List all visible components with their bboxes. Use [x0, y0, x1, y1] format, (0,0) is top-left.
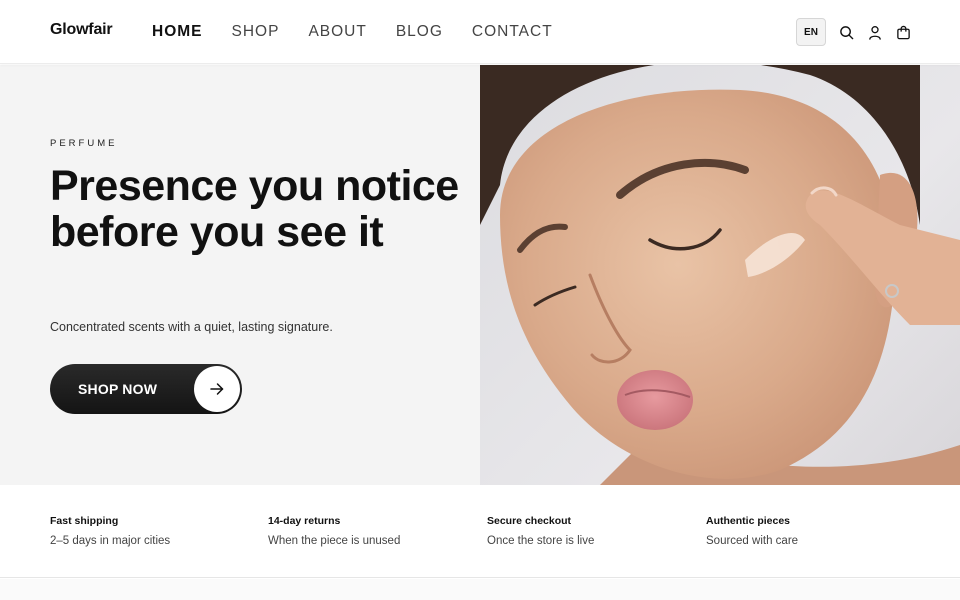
feature-text: Sourced with care [706, 535, 799, 547]
language-button[interactable]: EN [796, 18, 826, 46]
user-icon[interactable] [867, 24, 883, 40]
nav-item-contact[interactable]: CONTACT [472, 23, 553, 41]
shop-now-button[interactable]: SHOP NOW [50, 364, 242, 414]
feature-item: Secure checkout Once the store is live [487, 515, 687, 547]
model-portrait-image [480, 65, 960, 485]
feature-text: 2–5 days in major cities [50, 535, 171, 547]
feature-item: Fast shipping 2–5 days in major cities [50, 515, 250, 547]
hero-headline: Presence you notice before you see it [50, 162, 459, 256]
hero-content: PERFUME Presence you notice before you s… [0, 65, 480, 485]
brand-logo[interactable]: Glowfair [50, 21, 113, 39]
search-icon[interactable] [838, 24, 854, 40]
feature-item: Authentic pieces Sourced with care [706, 515, 906, 547]
features-bar: Fast shipping 2–5 days in major cities 1… [0, 485, 960, 578]
nav-item-blog[interactable]: BLOG [396, 23, 443, 41]
feature-title: Fast shipping [50, 515, 119, 527]
hero-image [480, 65, 960, 485]
bag-icon[interactable] [895, 24, 911, 40]
hero-subline: Concentrated scents with a quiet, lastin… [50, 320, 333, 334]
main-nav: HOME SHOP ABOUT BLOG CONTACT [152, 23, 553, 41]
feature-text: Once the store is live [487, 535, 595, 547]
shop-now-label: SHOP NOW [78, 381, 158, 397]
feature-title: Authentic pieces [706, 515, 791, 527]
feature-item: 14-day returns When the piece is unused [268, 515, 468, 547]
feature-title: 14-day returns [268, 515, 341, 527]
page-footer-strip [0, 579, 960, 600]
nav-item-about[interactable]: ABOUT [308, 23, 366, 41]
site-header: Glowfair HOME SHOP ABOUT BLOG CONTACT EN [0, 0, 960, 64]
feature-text: When the piece is unused [268, 535, 401, 547]
nav-item-shop[interactable]: SHOP [232, 23, 280, 41]
nav-item-home[interactable]: HOME [152, 23, 203, 41]
hero-eyebrow: PERFUME [50, 138, 118, 149]
arrow-right-icon [194, 366, 240, 412]
feature-title: Secure checkout [487, 515, 572, 527]
